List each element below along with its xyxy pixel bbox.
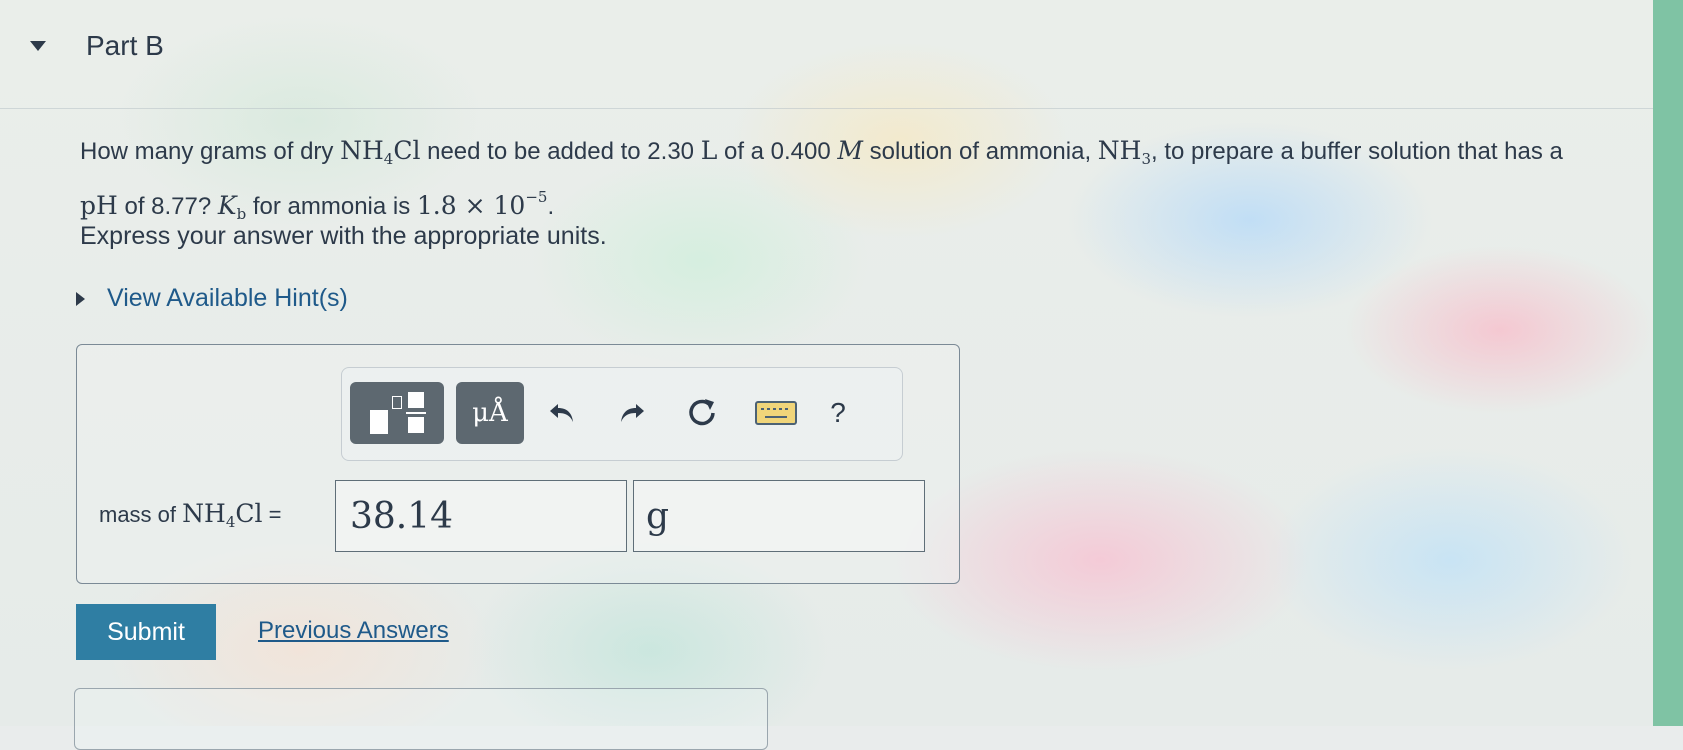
question-seg7: for ammonia is	[246, 193, 417, 220]
problem-page: Part B How many grams of dry NH4Cl need …	[0, 0, 1683, 750]
question-seg2: need to be added to 2.30	[420, 138, 701, 165]
templates-button[interactable]	[350, 382, 444, 444]
view-hints-label[interactable]: View Available Hint(s)	[107, 284, 348, 313]
answer-unit-input[interactable]: g	[633, 480, 925, 552]
liter-unit: L	[700, 136, 718, 165]
question-seg6: of 8.77?	[117, 193, 218, 220]
view-hints-toggle[interactable]: View Available Hint(s)	[76, 284, 348, 313]
undo-icon[interactable]	[547, 398, 577, 428]
answer-label: mass of NH4Cl =	[99, 499, 282, 531]
ph-symbol: pH	[80, 191, 118, 220]
units-button[interactable]: μÅ	[456, 382, 524, 444]
previous-answers-link[interactable]: Previous Answers	[258, 617, 449, 645]
reset-button[interactable]	[676, 382, 728, 444]
undo-button[interactable]	[538, 382, 586, 444]
redo-icon[interactable]	[617, 398, 647, 428]
keyboard-icon[interactable]	[755, 401, 797, 425]
collapse-caret-icon[interactable]	[30, 41, 46, 51]
question-seg4: solution of ammonia,	[863, 138, 1098, 165]
templates-icon[interactable]	[366, 390, 428, 436]
keyboard-button[interactable]	[746, 382, 806, 444]
part-title: Part B	[86, 30, 164, 61]
question-seg3: of a 0.400	[717, 138, 838, 165]
math-toolbar: μÅ ?	[341, 367, 903, 461]
submit-button[interactable]: Submit	[76, 604, 216, 660]
nh3-formula: NH3	[1097, 136, 1152, 168]
reset-icon[interactable]	[685, 396, 719, 430]
help-button[interactable]: ?	[816, 382, 860, 444]
kb-value: 1.8 × 10−5	[416, 188, 548, 220]
question-seg1: How many grams of dry	[80, 138, 341, 165]
question-seg8: .	[547, 193, 555, 220]
header-divider	[0, 108, 1653, 109]
question-seg5: , to prepare a buffer solution that has …	[1151, 138, 1563, 165]
expand-caret-icon[interactable]	[76, 291, 85, 306]
answer-instruction: Express your answer with the appropriate…	[80, 222, 607, 250]
kb-symbol: Kb	[217, 191, 247, 223]
answer-panel: μÅ ? mass of NH4Cl = 38.14 g	[76, 344, 960, 584]
nh4cl-formula: NH4Cl	[340, 136, 421, 168]
question-text: How many grams of dry NH4Cl need to be a…	[80, 132, 1600, 233]
part-header[interactable]: Part B	[30, 28, 164, 64]
redo-button[interactable]	[608, 382, 656, 444]
answer-value-input[interactable]: 38.14	[335, 480, 627, 552]
answer-row: mass of NH4Cl = 38.14 g	[77, 477, 959, 553]
molar-unit: M	[837, 136, 863, 165]
feedback-box	[74, 688, 768, 750]
